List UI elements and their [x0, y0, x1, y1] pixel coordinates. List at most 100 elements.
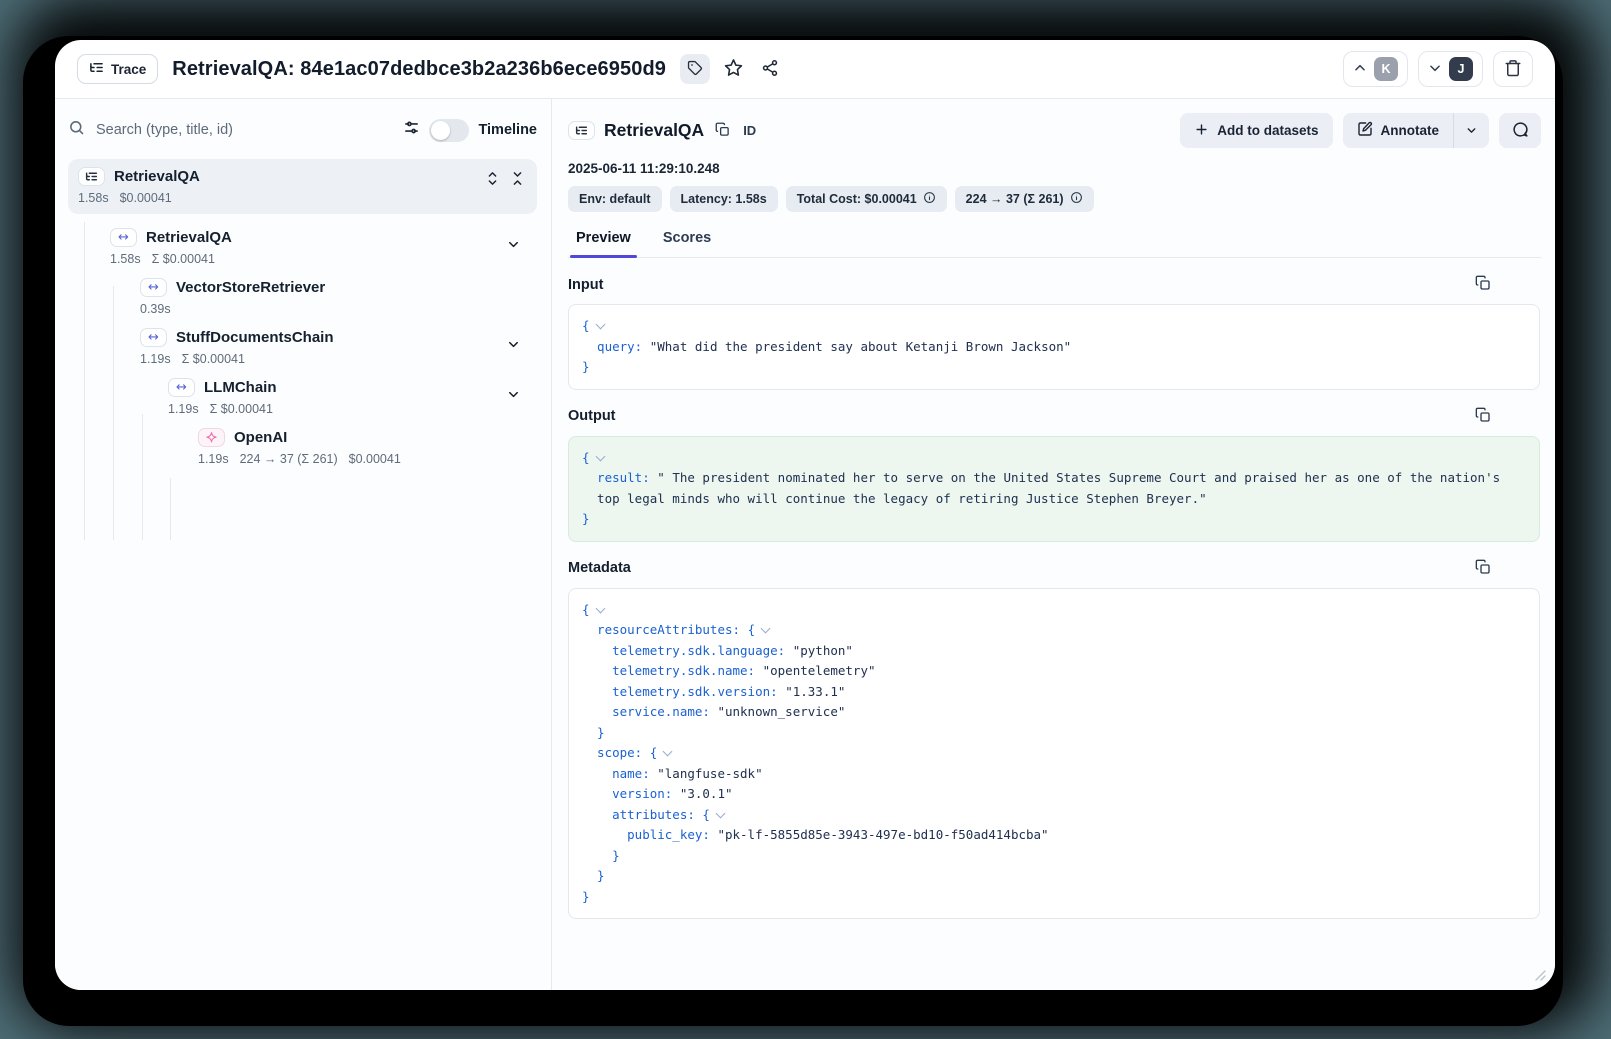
arrows-icon: ↔ [148, 281, 159, 294]
next-trace-button[interactable]: J [1418, 51, 1483, 87]
json-brace: } [582, 511, 590, 526]
span-name: StuffDocumentsChain [176, 329, 334, 346]
span-type-icon: ↔ [168, 378, 195, 397]
json-brace: } [582, 359, 590, 374]
collapse-all-icon[interactable] [510, 171, 525, 191]
metadata-section-title: Metadata [568, 560, 631, 576]
timeline-toggle[interactable] [429, 119, 469, 142]
copy-input-button[interactable] [1473, 273, 1493, 296]
json-value: "pk-lf-5855d85e-3943-497e-bd10-f50ad414b… [717, 827, 1048, 842]
copy-icon [715, 125, 730, 140]
tree-row-generation[interactable]: OpenAI 1.19s224 → 37 (Σ 261)$0.00041 [68, 428, 537, 466]
json-value: "opentelemetry" [763, 663, 876, 678]
page-title: RetrievalQA: 84e1ac07dedbce3b2a236b6ece6… [172, 58, 666, 81]
page-background: Trace RetrievalQA: 84e1ac07dedbce3b2a236… [0, 0, 1611, 1039]
chat-bubble-icon [1512, 121, 1529, 141]
collapse-chevron-icon[interactable] [761, 624, 771, 634]
tree-row-span[interactable]: ↔ VectorStoreRetriever 0.39s [68, 278, 537, 316]
share-button[interactable] [757, 55, 783, 84]
arrows-icon: ↔ [176, 381, 187, 394]
favorite-star-button[interactable] [720, 54, 747, 84]
json-value: "python" [793, 643, 853, 658]
delete-trace-button[interactable] [1493, 51, 1533, 87]
chevron-down-icon[interactable] [506, 387, 521, 407]
json-value: "3.0.1" [680, 786, 733, 801]
span-type-icon: ↔ [140, 278, 167, 297]
env-badge-label: Env: default [579, 192, 651, 206]
annotate-menu-chevron[interactable] [1454, 113, 1489, 148]
star-icon [724, 58, 743, 80]
row-metrics: 1.19sΣ $0.00041 [140, 352, 537, 366]
add-to-datasets-label: Add to datasets [1217, 123, 1318, 138]
copy-metadata-button[interactable] [1473, 557, 1493, 580]
cost-value: Σ $0.00041 [152, 252, 215, 266]
trace-tree-icon [78, 167, 105, 186]
chevron-up-icon [1353, 61, 1367, 78]
previous-trace-button[interactable]: K [1343, 51, 1408, 87]
output-json-viewer: {result: " The president nominated her t… [582, 448, 1526, 530]
resize-grip-icon[interactable] [1535, 970, 1546, 981]
trace-tree-icon [568, 121, 595, 140]
row-metrics: 1.58s$0.00041 [78, 191, 527, 205]
token-usage-badge: 224 → 37 (Σ 261) [955, 186, 1094, 212]
latency-badge: Latency: 1.58s [670, 186, 778, 212]
info-icon[interactable] [923, 191, 936, 207]
plus-icon [1194, 122, 1209, 140]
chevron-down-icon[interactable] [506, 237, 521, 257]
tab-scores[interactable]: Scores [661, 225, 713, 257]
cost-value: Σ $0.00041 [210, 402, 273, 416]
collapse-chevron-icon[interactable] [595, 451, 605, 461]
info-icon[interactable] [1070, 191, 1083, 207]
arrows-icon: ↔ [148, 331, 159, 344]
copy-output-button[interactable] [1473, 405, 1493, 428]
tree-row-span[interactable]: ↔ RetrievalQA 1.58sΣ $0.00041 [68, 228, 537, 266]
span-name: VectorStoreRetriever [176, 279, 325, 296]
trace-timestamp: 2025-06-11 11:29:10.248 [568, 161, 1541, 176]
span-type-icon: ↔ [110, 228, 137, 247]
comments-button[interactable] [1499, 113, 1541, 148]
json-value: "What did the president say about Ketanj… [650, 339, 1071, 354]
search-icon [68, 119, 85, 141]
json-brace: { [582, 450, 590, 465]
json-key: public_key: [627, 827, 717, 842]
row-metrics: 0.39s [140, 302, 537, 316]
collapse-chevron-icon[interactable] [715, 808, 725, 818]
chevron-down-icon[interactable] [506, 337, 521, 357]
json-key: telemetry.sdk.name: [612, 663, 763, 678]
row-metrics: 1.19sΣ $0.00041 [168, 402, 537, 416]
json-brace: { [582, 318, 590, 333]
env-badge: Env: default [568, 186, 662, 212]
json-brace: } [612, 848, 620, 863]
json-key: version: [612, 786, 680, 801]
collapse-chevron-icon[interactable] [595, 320, 605, 330]
collapse-chevron-icon[interactable] [595, 603, 605, 613]
collapse-chevron-icon[interactable] [663, 747, 673, 757]
span-name: RetrievalQA [146, 229, 232, 246]
row-title-line: RetrievalQA [78, 167, 527, 186]
json-value: "1.33.1" [785, 684, 845, 699]
filter-sliders-icon[interactable] [403, 119, 420, 141]
tree-row-span[interactable]: ↔ LLMChain 1.19sΣ $0.00041 [68, 378, 537, 416]
tree-row-span[interactable]: ↔ StuffDocumentsChain 1.19sΣ $0.00041 [68, 328, 537, 366]
detail-title: RetrievalQA [604, 120, 704, 141]
expand-all-icon[interactable] [485, 171, 500, 191]
copy-id-button[interactable] [713, 120, 732, 142]
json-key: service.name: [612, 704, 717, 719]
annotate-button[interactable]: Annotate [1343, 113, 1454, 148]
cost-value: Σ $0.00041 [182, 352, 245, 366]
search-input[interactable] [94, 121, 394, 139]
json-brace: } [582, 889, 590, 904]
json-key: name: [612, 766, 657, 781]
detail-actions: Add to datasets Annotate [1180, 113, 1541, 148]
add-to-datasets-button[interactable]: Add to datasets [1180, 113, 1332, 148]
avatar: K [1374, 57, 1398, 81]
trace-stat-badges: Env: default Latency: 1.58s Total Cost: … [568, 186, 1541, 212]
tag-button[interactable] [680, 54, 710, 84]
content-area: Timeline RetrievalQA 1.58s$0.00041 [55, 99, 1555, 990]
cost-value: $0.00041 [120, 191, 172, 205]
app-window: Trace RetrievalQA: 84e1ac07dedbce3b2a236… [55, 40, 1555, 990]
tab-preview[interactable]: Preview [574, 225, 633, 257]
tree-row-trace-root[interactable]: RetrievalQA 1.58s$0.00041 [68, 159, 537, 214]
generation-sparkle-icon [198, 428, 225, 447]
json-key: resourceAttributes: [597, 622, 748, 637]
